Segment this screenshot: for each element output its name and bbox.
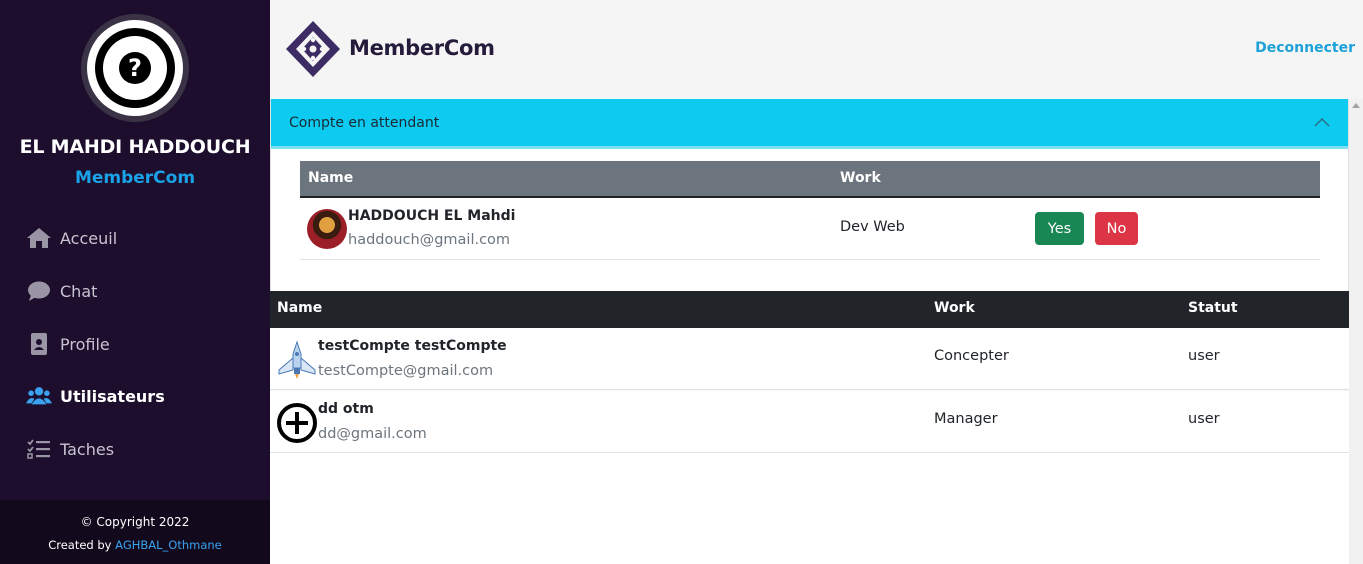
content-background [270,453,1349,564]
accordion-title: Compte en attendant [289,115,440,131]
logout-link[interactable]: Deconnecter [1255,40,1355,56]
brand-subtitle: MemberCom [74,168,196,188]
table-row: HADDOUCH EL Mahdi haddouch@gmail.com Dev… [300,198,1320,260]
created-by-label: Created by [48,538,112,552]
accordion-header[interactable]: Compte en attendant [271,99,1348,149]
user-name: EL MAHDI HADDOUCH [19,136,251,158]
user-email: testCompte@gmail.com [318,363,494,379]
top-header: MemberCom Deconnecter [270,0,1363,99]
sidebar-item-profile[interactable]: Profile [26,324,110,364]
scroll-up-arrow-icon[interactable] [1352,103,1360,108]
home-icon [27,228,51,248]
column-header-work: Work [840,170,881,186]
plus-circle-icon [277,403,317,443]
user-name: dd otm [318,401,374,417]
user-email: dd@gmail.com [318,426,427,442]
membercom-logo-icon[interactable] [282,19,344,79]
sidebar-footer: © Copyright 2022 Created by AGHBAL_Othma… [0,500,270,564]
copyright-text: © Copyright 2022 [80,515,190,529]
user-name: testCompte testCompte [318,338,507,354]
table-header: Name Work [300,161,1320,198]
sidebar-item-taches[interactable]: Taches [26,429,114,469]
chat-icon [28,281,50,301]
sidebar-item-chat[interactable]: Chat [26,271,97,311]
sidebar-item-label: Profile [60,334,110,354]
user-statut: user [1188,411,1220,427]
table-header: Name Work Statut [270,291,1363,328]
created-by-line: Created by AGHBAL_Othmane [0,538,270,552]
sidebar-item-label: Utilisateurs [60,386,165,406]
accept-button[interactable]: Yes [1035,212,1084,245]
user-email: haddouch@gmail.com [348,232,511,248]
column-header-statut: Statut [1188,300,1238,316]
sidebar-item-label: Acceuil [60,228,118,248]
avatar: ? [81,14,189,122]
checklist-icon [27,439,50,459]
question-mark-icon: ? [119,52,151,84]
column-header-work: Work [934,300,975,316]
sidebar-item-acceuil[interactable]: Acceuil [26,218,117,258]
user-work: Concepter [934,348,1009,364]
column-header-name: Name [308,170,354,186]
reject-button[interactable]: No [1095,212,1138,245]
table-row: testCompte testCompte testCompte@gmail.c… [270,328,1349,390]
vertical-scrollbar[interactable] [1349,99,1363,564]
user-work: Manager [934,411,998,427]
sidebar-item-label: Taches [60,439,115,459]
sidebar: ? EL MAHDI HADDOUCH MemberCom Acceuil Ch… [0,0,270,564]
author-link[interactable]: AGHBAL_Othmane [115,538,222,552]
table-row: dd otm dd@gmail.com Manager user [270,391,1349,453]
pending-accounts-accordion: Compte en attendant Name Work HADDOUCH E… [270,99,1349,291]
avatar [307,209,347,249]
user-work: Dev Web [840,219,905,235]
sidebar-item-utilisateurs[interactable]: Utilisateurs [26,376,165,416]
chevron-up-icon[interactable] [1314,116,1330,128]
user-name: HADDOUCH EL Mahdi [348,208,516,224]
profile-badge-icon [31,333,47,355]
spaceship-icon [278,340,316,379]
logo-text: MemberCom [349,36,495,60]
users-icon [26,387,52,405]
user-statut: user [1188,348,1220,364]
sidebar-item-label: Chat [60,281,98,301]
column-header-name: Name [277,300,323,316]
